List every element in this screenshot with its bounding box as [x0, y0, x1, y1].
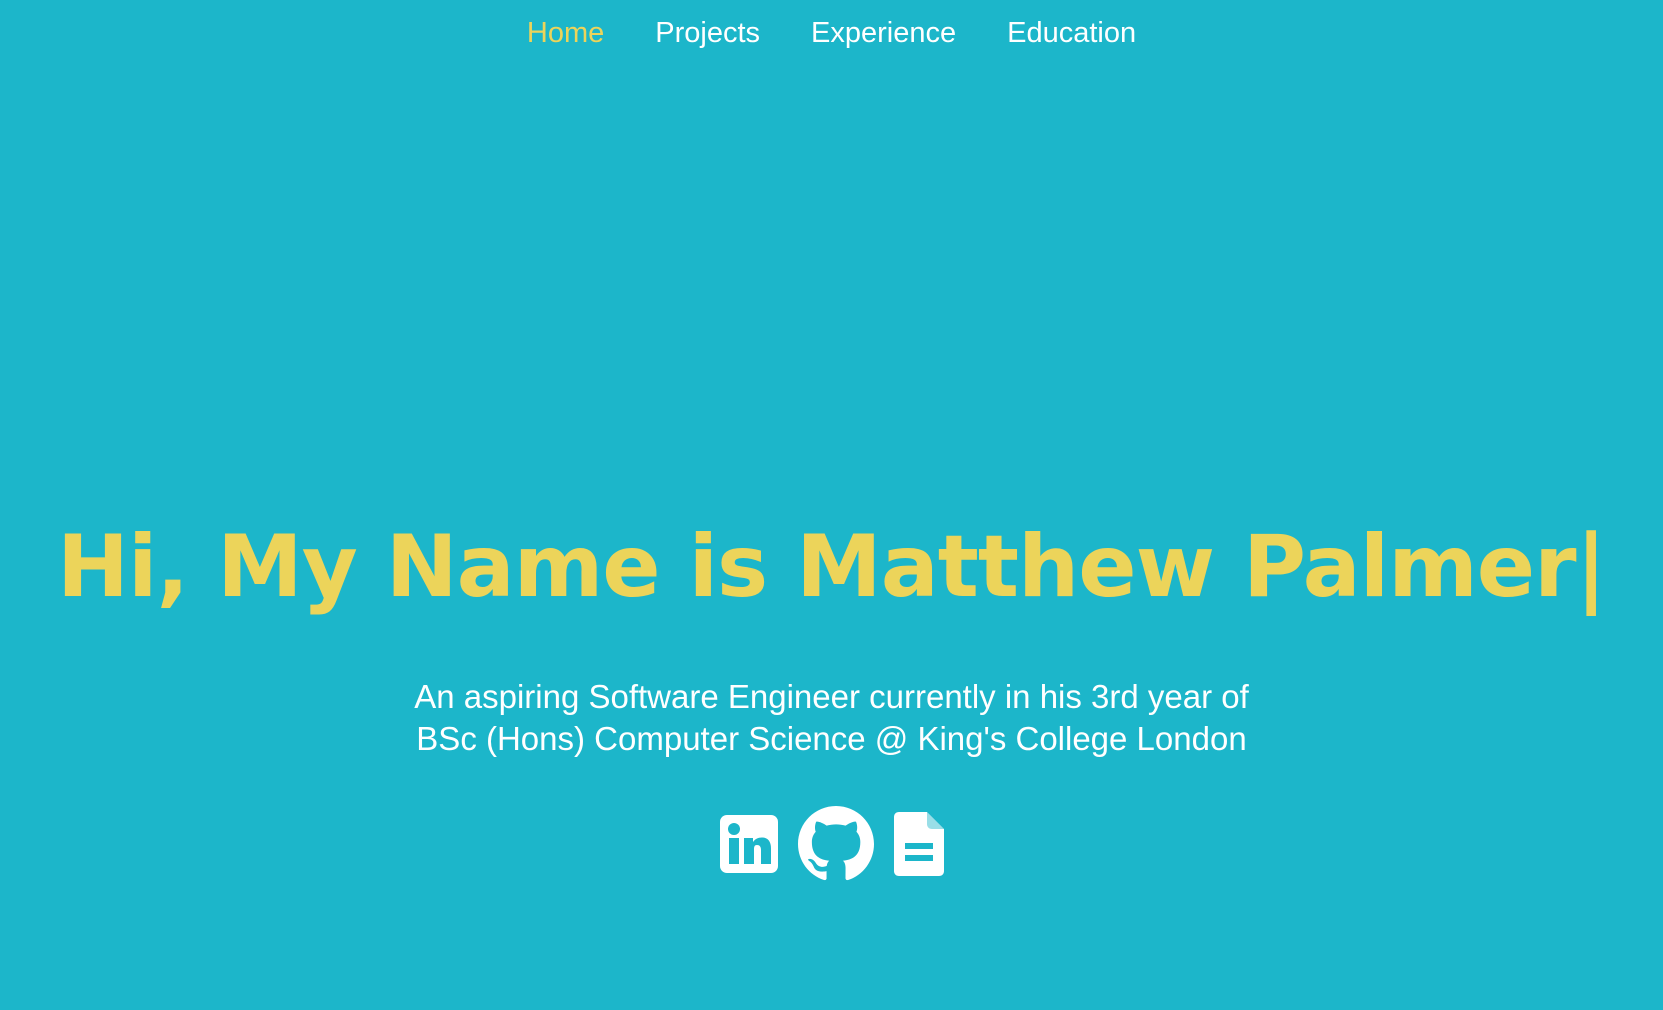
social-links	[0, 806, 1663, 882]
nav-experience-link[interactable]: Experience	[811, 14, 956, 52]
hero-subtitle-line-2: BSc (Hons) Computer Science @ King's Col…	[416, 720, 1247, 757]
github-icon	[797, 806, 874, 881]
github-link[interactable]	[797, 806, 874, 882]
nav-home-link[interactable]: Home	[527, 14, 604, 52]
document-icon	[893, 812, 944, 876]
nav-education-link[interactable]: Education	[1007, 14, 1136, 52]
linkedin-icon	[719, 815, 778, 873]
resume-link[interactable]	[893, 812, 944, 876]
hero-subtitle: An aspiring Software Engineer currently …	[0, 676, 1663, 760]
top-nav: Home Projects Experience Education	[0, 14, 1663, 52]
nav-projects-link[interactable]: Projects	[655, 14, 760, 52]
linkedin-link[interactable]	[719, 815, 778, 873]
hero-title: Hi, My Name is Matthew Palmer|	[57, 517, 1607, 617]
hero-subtitle-line-1: An aspiring Software Engineer currently …	[414, 678, 1249, 715]
